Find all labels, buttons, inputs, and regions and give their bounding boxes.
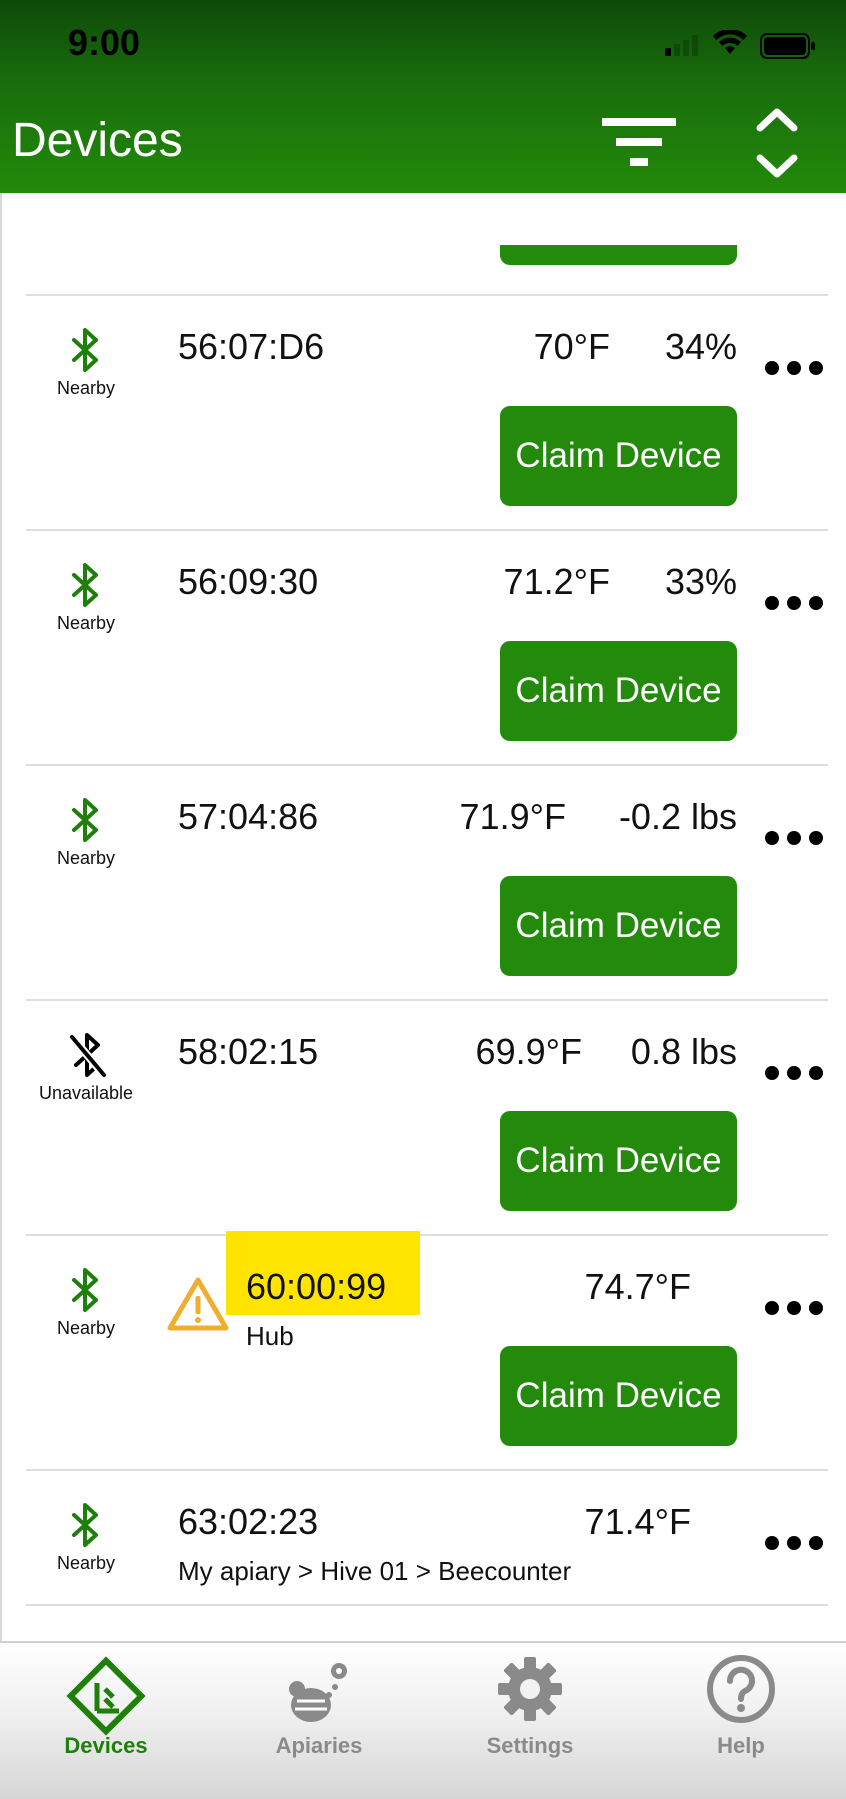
temperature: 69.9°F [475, 1031, 582, 1072]
claim-button-partial[interactable] [500, 245, 737, 265]
temperature: 71.4°F [584, 1501, 691, 1542]
device-location: My apiary > Hive 01 > Beecounter [178, 1556, 572, 1586]
warning-icon[interactable] [166, 1276, 230, 1332]
gear-icon [498, 1657, 562, 1721]
connection-status: Nearby [56, 613, 116, 633]
temperature: 70°F [533, 326, 610, 367]
connection-status: Nearby [56, 1553, 116, 1573]
status-time: 9:00 [68, 22, 141, 63]
device-id: 60:00:99 [246, 1266, 387, 1307]
temperature: 71.9°F [459, 796, 566, 837]
device-row[interactable]: Nearby 60:00:99 Hub 74.7°F Claim Device [0, 1231, 846, 1471]
device-id: 56:09:30 [178, 561, 319, 602]
tab-devices[interactable]: Devices [16, 1643, 196, 1763]
device-row[interactable]: Nearby 56:09:30 71.2°F 33% Claim Device [0, 531, 846, 766]
tab-label: Help [717, 1733, 765, 1758]
tab-settings[interactable]: Settings [440, 1643, 620, 1763]
battery-icon [760, 33, 815, 59]
device-row[interactable]: Unavailable 58:02:15 69.9°F 0.8 lbs Clai… [0, 1001, 846, 1236]
humidity: 33% [664, 561, 737, 602]
humidity: 34% [664, 326, 737, 367]
device-row[interactable]: Nearby 56:07:D6 70°F 34% Claim Device [0, 296, 846, 531]
claim-device-button[interactable]: Claim Device [500, 641, 737, 741]
tab-bar: Devices Apiaries Settings Help [0, 1641, 846, 1799]
more-options-icon[interactable] [764, 1065, 824, 1081]
help-icon [707, 1655, 775, 1723]
device-id: 58:02:15 [178, 1031, 319, 1072]
bluetooth-icon [72, 563, 98, 607]
more-options-icon[interactable] [764, 360, 824, 376]
tab-label: Apiaries [275, 1733, 363, 1758]
tab-label: Devices [64, 1733, 148, 1758]
app-header: 9:00 Devices [0, 0, 846, 193]
more-options-icon[interactable] [764, 595, 824, 611]
claim-device-button[interactable]: Claim Device [500, 1111, 737, 1211]
bluetooth-icon [72, 1503, 98, 1547]
connection-status: Nearby [56, 378, 116, 398]
device-type: Hub [246, 1321, 294, 1351]
weight: -0.2 lbs [618, 796, 737, 837]
tab-label: Settings [486, 1733, 574, 1758]
page-title: Devices [12, 114, 183, 167]
bluetooth-icon [72, 798, 98, 842]
more-options-icon[interactable] [764, 1300, 824, 1316]
bluetooth-icon [72, 328, 98, 372]
more-options-icon[interactable] [764, 830, 824, 846]
apiary-icon [289, 1663, 347, 1722]
tab-apiaries[interactable]: Apiaries [229, 1643, 409, 1763]
tab-help[interactable]: Help [651, 1643, 831, 1763]
more-options-icon[interactable] [764, 1535, 824, 1551]
sort-icon[interactable] [755, 106, 799, 182]
devices-icon [66, 1656, 146, 1736]
claim-device-button[interactable]: Claim Device [500, 406, 737, 506]
device-id: 63:02:23 [178, 1501, 319, 1542]
device-row[interactable]: Nearby 63:02:23 My apiary > Hive 01 > Be… [0, 1471, 846, 1601]
claim-device-button[interactable]: Claim Device [500, 1346, 737, 1446]
filter-icon[interactable] [602, 116, 676, 170]
weight: 0.8 lbs [630, 1031, 737, 1072]
device-id: 57:04:86 [178, 796, 319, 837]
divider [26, 1604, 828, 1606]
connection-status: Unavailable [38, 1083, 134, 1103]
device-id: 56:07:D6 [178, 326, 325, 367]
bluetooth-disabled-icon [68, 1033, 108, 1078]
cellular-signal-icon [665, 35, 698, 56]
temperature: 71.2°F [503, 561, 610, 602]
device-list[interactable]: Nearby 56:07:D6 70°F 34% Claim Device Ne… [0, 193, 846, 1641]
bluetooth-icon [72, 1268, 98, 1312]
temperature: 74.7°F [584, 1266, 691, 1307]
connection-status: Nearby [56, 848, 116, 868]
device-row[interactable]: Nearby 57:04:86 71.9°F -0.2 lbs Claim De… [0, 766, 846, 1001]
connection-status: Nearby [56, 1318, 116, 1338]
wifi-icon [713, 30, 747, 54]
claim-device-button[interactable]: Claim Device [500, 876, 737, 976]
